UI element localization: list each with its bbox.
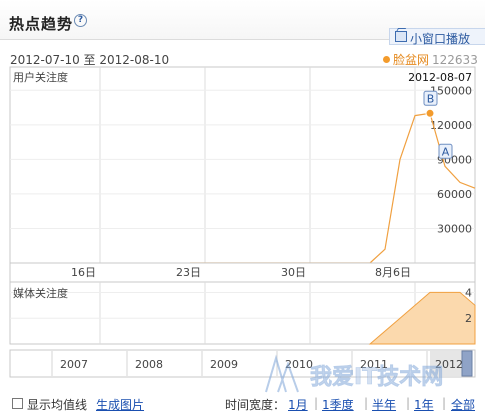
media-y-tick-label: 4 [465, 286, 472, 299]
range-1-month[interactable]: 1月 [288, 396, 308, 413]
timeline-year[interactable]: 2008 [135, 358, 163, 371]
data-point-marker[interactable] [425, 108, 435, 118]
y-tick-label: 30000 [437, 222, 472, 235]
user-chart-frame [9, 66, 476, 264]
generate-image-link[interactable]: 生成图片 [96, 396, 144, 413]
timeline-year[interactable]: 2010 [285, 358, 313, 371]
x-tick-label: 30日 [281, 266, 306, 279]
tooltip-date: 2012-08-07 [408, 71, 472, 84]
time-width-label: 时间宽度： [225, 398, 286, 412]
timeline-year[interactable]: 2011 [360, 358, 388, 371]
media-y-tick-label: 2 [465, 312, 472, 325]
annotation-label: A [442, 145, 450, 158]
show-average-label: 显示均值线 [27, 398, 88, 412]
range-all[interactable]: 全部 [451, 396, 475, 413]
x-tick-label: 23日 [176, 266, 201, 279]
media-chart-title: 媒体关注度 [13, 286, 68, 300]
trend-chart: 用户关注度 2012-08-07 15000012000090000600003… [9, 66, 476, 378]
timeline-year[interactable]: 2009 [210, 358, 238, 371]
range-1-quarter[interactable]: 1季度 [322, 396, 354, 413]
annotation-label: B [427, 92, 435, 105]
timeline-year[interactable]: 2012 [435, 358, 463, 371]
user-chart-title: 用户关注度 [13, 70, 68, 84]
show-average-checkbox[interactable] [12, 398, 23, 409]
range-half-year[interactable]: 半年 [372, 396, 396, 413]
timeline-handle[interactable] [461, 350, 473, 377]
range-1-year[interactable]: 1年 [414, 396, 434, 413]
y-tick-label: 120000 [430, 119, 472, 132]
bottom-bar: 显示均值线 生成图片 时间宽度： 1月 | 1季度 | 半年 | 1年 | 全部 [0, 394, 485, 413]
x-tick-label: 8月6日 [375, 266, 411, 279]
timeline-year[interactable]: 2007 [60, 358, 88, 371]
y-tick-label: 60000 [437, 188, 472, 201]
x-tick-label: 16日 [71, 266, 96, 279]
